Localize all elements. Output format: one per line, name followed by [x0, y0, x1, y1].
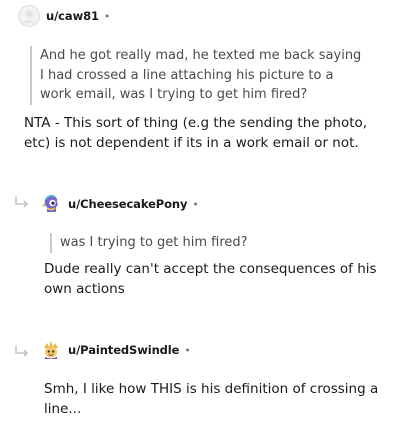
meta-separator: • — [103, 9, 111, 23]
swindle-avatar-icon[interactable] — [40, 339, 62, 361]
meta-separator: • — [192, 197, 199, 211]
reply-thread-icon — [15, 196, 28, 208]
username-link[interactable]: u/CheesecakePony — [68, 197, 187, 211]
reply-thread-icon — [15, 345, 28, 357]
comment-header: u/PaintedSwindle • — [40, 339, 191, 361]
comment-body: Smh, I like how THIS is his definition o… — [44, 381, 379, 417]
comment-body: Dude really can't accept the consequence… — [44, 261, 377, 297]
user-avatar-icon[interactable] — [18, 5, 40, 27]
username-link[interactable]: u/PaintedSwindle — [68, 343, 179, 357]
comment-header: u/CheesecakePony • — [40, 193, 199, 215]
comment-header: u/caw81 • — [18, 5, 110, 27]
quote-block: And he got really mad, he texted me back… — [30, 46, 385, 105]
quote-block: was I trying to get him fired? — [50, 233, 380, 253]
meta-separator: • — [184, 343, 191, 357]
pony-avatar-icon[interactable] — [40, 193, 62, 215]
comment-body: NTA - This sort of thing (e.g the sendin… — [24, 115, 368, 151]
username-link[interactable]: u/caw81 — [46, 9, 99, 23]
